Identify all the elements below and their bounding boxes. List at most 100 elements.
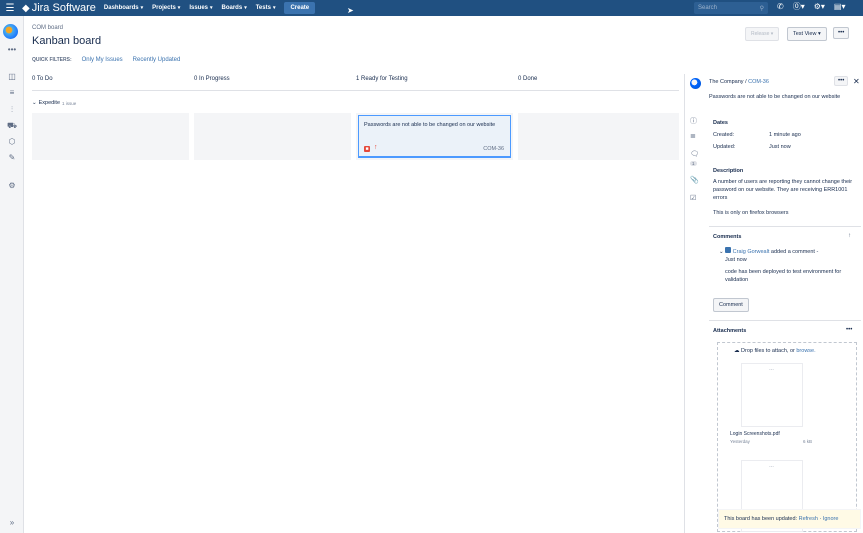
updated-row: Updated: Just now: [713, 144, 791, 150]
comment-author[interactable]: Craig Gorwealt: [733, 249, 770, 255]
lane-done: [518, 113, 679, 160]
description-extra: This is only on firefox browsers: [713, 210, 789, 216]
refresh-link[interactable]: Refresh: [799, 516, 818, 522]
info-icon[interactable]: ⓘ: [690, 116, 697, 126]
board-icon[interactable]: ◫: [6, 72, 18, 81]
settings-icon[interactable]: ⚙: [6, 181, 18, 190]
more-icon[interactable]: •••: [6, 45, 18, 54]
view-select[interactable]: Test View ▾: [787, 27, 827, 41]
attachment-meta: Yesterday 6 kB: [730, 439, 812, 444]
created-value: 1 minute ago: [769, 132, 801, 138]
attachment-date: Yesterday: [730, 439, 750, 444]
detail-breadcrumb: The Company / COM-36: [709, 79, 769, 85]
board-area: COM board Kanban board QUICK FILTERS: On…: [24, 16, 684, 533]
toast-text: This board has been updated:: [724, 516, 798, 522]
nav-projects-label: Projects: [152, 5, 176, 11]
attachments-heading: Attachments: [713, 328, 747, 334]
nav-tests[interactable]: Tests ▾: [256, 5, 276, 11]
releases-icon[interactable]: ⛟: [6, 121, 18, 131]
user-avatar-icon: [725, 247, 732, 253]
filter-recently-updated[interactable]: Recently Updated: [133, 57, 181, 63]
components-icon[interactable]: ⬡: [6, 137, 18, 146]
detail-summary[interactable]: Passwords are not able to be changed on …: [709, 93, 859, 101]
detail-issue-key[interactable]: COM-36: [748, 79, 769, 85]
reports-icon[interactable]: ⫶: [6, 105, 18, 115]
attachment-dropzone[interactable]: ☁ Drop files to attach, or browse. … Log…: [717, 342, 857, 532]
profile-icon[interactable]: ▤▾: [834, 2, 846, 11]
search-input[interactable]: Search ⚲: [694, 2, 768, 14]
board-more-button[interactable]: •••: [833, 27, 850, 39]
expand-icon[interactable]: »: [6, 518, 18, 527]
help-icon[interactable]: ⓪▾: [793, 1, 805, 12]
column-header-done: 0 Done: [518, 76, 538, 82]
nav-issues-label: Issues: [189, 5, 208, 11]
breadcrumb[interactable]: COM board: [32, 25, 63, 31]
chevron-down-icon: ▾: [177, 5, 181, 11]
updated-label: Updated:: [713, 144, 736, 150]
nav-issues[interactable]: Issues ▾: [189, 5, 212, 11]
quick-filters: QUICK FILTERS: Only My Issues Recently U…: [32, 57, 180, 63]
settings-icon[interactable]: ⚙▾: [814, 2, 825, 11]
checklist-icon[interactable]: ☑: [690, 194, 696, 202]
create-button[interactable]: Create: [284, 2, 316, 14]
swimlane-header[interactable]: ⌄ Expedite 1 issue: [32, 100, 76, 106]
detail-more-button[interactable]: •••: [834, 76, 849, 86]
swimlane-count: 1 issue: [62, 100, 77, 106]
view-select-label: Test View: [793, 31, 817, 37]
top-right-icons: ✆ ⓪▾ ⚙▾ ▤▾: [777, 1, 845, 12]
lane-todo: [32, 113, 189, 160]
description-icon[interactable]: ≣: [690, 132, 696, 140]
jira-logo[interactable]: ◆ Jira Software: [22, 2, 96, 14]
jira-logo-icon: ◆: [22, 2, 30, 14]
comment-count-badge: 1: [690, 161, 697, 166]
nav-dashboards[interactable]: Dashboards ▾: [104, 5, 143, 11]
column-header-in-progress: 0 In Progress: [194, 76, 230, 82]
comment-item: ⌄ Craig Gorwealt added a comment - Just …: [719, 247, 859, 284]
comments-icon[interactable]: 🗨: [690, 150, 699, 158]
description-text[interactable]: A number of users are reporting they can…: [713, 178, 855, 202]
divider: [709, 226, 861, 227]
feed-icon[interactable]: ✆: [777, 2, 784, 11]
tests-icon[interactable]: ✎: [6, 153, 18, 162]
issue-card[interactable]: Passwords are not able to be changed on …: [358, 115, 511, 158]
issue-card-key: COM-36: [483, 146, 504, 152]
created-row: Created: 1 minute ago: [713, 132, 801, 138]
cloud-upload-icon: ☁: [734, 348, 740, 354]
bug-type-icon: ■: [364, 146, 370, 152]
release-button: Release ▾: [745, 27, 780, 41]
nav-dashboards-label: Dashboards: [103, 5, 139, 11]
nav-boards[interactable]: Boards ▾: [222, 5, 247, 11]
filter-only-my-issues[interactable]: Only My Issues: [82, 57, 123, 63]
comment-button[interactable]: Comment: [713, 298, 749, 312]
search-icon: ⚲: [759, 5, 764, 12]
attachment-thumbnail[interactable]: …: [741, 363, 803, 427]
attachment-size: 6 kB: [802, 439, 812, 444]
mouse-cursor-icon: ➤: [347, 6, 354, 15]
arrow-up-icon[interactable]: ↑: [848, 233, 851, 239]
app-switcher-icon[interactable]: ☰: [0, 3, 20, 14]
browse-link[interactable]: browse.: [796, 348, 815, 354]
drop-label: Drop files to attach, or: [741, 348, 795, 354]
chevron-down-icon[interactable]: ⌄: [719, 249, 724, 255]
attachment-filename[interactable]: Login Screenshots.pdf: [730, 431, 780, 437]
nav-projects[interactable]: Projects ▾: [152, 5, 180, 11]
nav-boards-label: Boards: [221, 5, 243, 11]
search-placeholder: Search: [698, 5, 718, 11]
attachments-more-icon[interactable]: •••: [846, 327, 852, 333]
chevron-down-icon: ▾: [244, 5, 247, 11]
project-avatar[interactable]: [3, 24, 18, 39]
toast-separator: ·: [819, 516, 822, 522]
close-icon[interactable]: ✕: [853, 77, 860, 86]
comment-time: Just now: [725, 257, 747, 263]
issue-detail-panel: ⓘ ≣ 🗨 1 📎 ☑ The Company / COM-36 ••• ✕ P…: [684, 74, 863, 533]
project-avatar: [690, 78, 701, 89]
column-header-todo: 0 To Do: [32, 76, 53, 82]
updated-value: Just now: [769, 144, 791, 150]
detail-project[interactable]: The Company /: [709, 79, 747, 85]
app-name: Jira Software: [31, 2, 96, 14]
ignore-link[interactable]: Ignore: [823, 516, 839, 522]
detail-toolbar: ⓘ ≣ 🗨 1 📎 ☑: [685, 74, 703, 533]
backlog-icon[interactable]: ≡: [6, 88, 18, 97]
attachment-icon[interactable]: 📎: [690, 176, 699, 184]
nav-tests-label: Tests: [255, 5, 271, 11]
